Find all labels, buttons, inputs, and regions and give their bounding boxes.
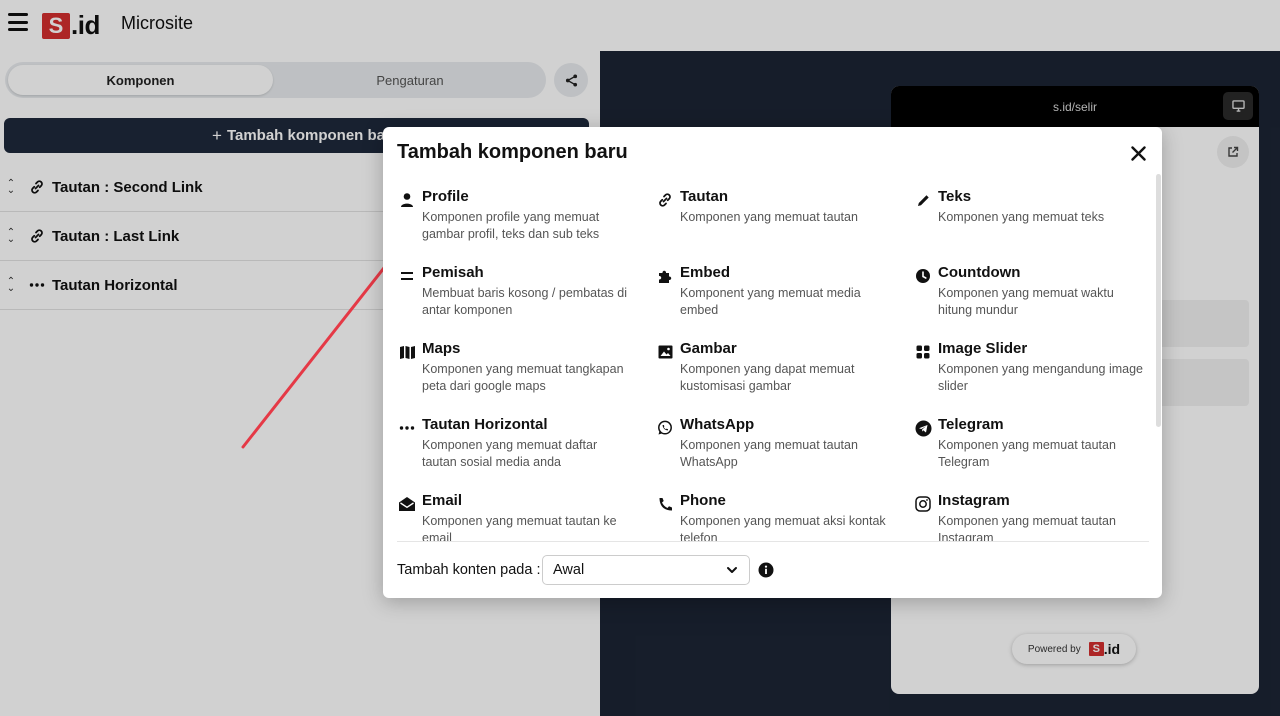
component-desc: Komponen yang memuat teks bbox=[938, 210, 1105, 224]
footer-divider bbox=[397, 541, 1149, 542]
component-option-tautan[interactable]: Tautan Komponen yang memuat tautan bbox=[655, 188, 905, 258]
component-title: Telegram bbox=[938, 416, 1004, 433]
component-option-teks[interactable]: Teks Komponen yang memuat teks bbox=[913, 188, 1154, 258]
component-option-instagram[interactable]: Instagram Komponen yang memuat tautan In… bbox=[913, 492, 1154, 541]
component-option-gambar[interactable]: Gambar Komponen yang dapat memuat kustom… bbox=[655, 340, 905, 410]
insert-position-value: Awal bbox=[553, 562, 585, 578]
component-desc: Komponen yang dapat memuat kustomisasi g… bbox=[680, 362, 855, 393]
component-desc: Komponen yang memuat tautan Instagram bbox=[938, 514, 1116, 541]
component-desc: Komponen yang memuat tautan WhatsApp bbox=[680, 438, 858, 469]
instagram-icon bbox=[913, 494, 933, 514]
component-desc: Komponen yang memuat tautan Telegram bbox=[938, 438, 1116, 469]
component-option-maps[interactable]: Maps Komponen yang memuat tangkapan peta… bbox=[397, 340, 647, 410]
component-title: Teks bbox=[938, 188, 972, 205]
phone-icon bbox=[655, 494, 675, 514]
component-grid: Profile Komponen profile yang memuat gam… bbox=[383, 186, 1154, 541]
component-desc: Komponen yang memuat tautan ke email bbox=[422, 514, 617, 541]
component-option-whatsapp[interactable]: WhatsApp Komponen yang memuat tautan Wha… bbox=[655, 416, 905, 486]
component-title: Maps bbox=[422, 340, 461, 357]
component-desc: Komponen yang memuat daftar tautan sosia… bbox=[422, 438, 598, 469]
envelope-icon bbox=[397, 494, 417, 514]
component-title: Instagram bbox=[938, 492, 1010, 509]
map-icon bbox=[397, 342, 417, 362]
component-desc: Komponent yang memuat media embed bbox=[680, 286, 861, 317]
component-desc: Komponen yang memuat aksi kontak telefon bbox=[680, 514, 886, 541]
component-option-pemisah[interactable]: Pemisah Membuat baris kosong / pembatas … bbox=[397, 264, 647, 334]
component-title: Profile bbox=[422, 188, 469, 205]
whatsapp-icon bbox=[655, 418, 675, 438]
component-title: Countdown bbox=[938, 264, 1021, 281]
component-option-tautan-horizontal[interactable]: Tautan Horizontal Komponen yang memuat d… bbox=[397, 416, 647, 486]
telegram-icon bbox=[913, 418, 933, 438]
modal-title: Tambah komponen baru bbox=[397, 141, 628, 163]
component-option-telegram[interactable]: Telegram Komponen yang memuat tautan Tel… bbox=[913, 416, 1154, 486]
component-option-countdown[interactable]: Countdown Komponen yang memuat waktu hit… bbox=[913, 264, 1154, 334]
component-title: Tautan bbox=[680, 188, 729, 205]
puzzle-icon bbox=[655, 266, 675, 286]
component-title: Image Slider bbox=[938, 340, 1028, 357]
component-title: Pemisah bbox=[422, 264, 484, 281]
close-icon bbox=[1130, 145, 1146, 161]
component-title: Embed bbox=[680, 264, 731, 281]
component-option-email[interactable]: Email Komponen yang memuat tautan ke ema… bbox=[397, 492, 647, 541]
component-desc: Komponen yang mengandung image slider bbox=[938, 362, 1144, 393]
add-component-modal: Tambah komponen baru Profile Komponen pr… bbox=[383, 127, 1162, 598]
clock-icon bbox=[913, 266, 933, 286]
component-title: Phone bbox=[680, 492, 726, 509]
component-desc: Komponen yang memuat tautan bbox=[680, 210, 858, 224]
close-button[interactable] bbox=[1127, 142, 1149, 164]
image-icon bbox=[655, 342, 675, 362]
component-desc: Komponen yang memuat tangkapan peta dari… bbox=[422, 362, 624, 393]
component-title: WhatsApp bbox=[680, 416, 755, 433]
info-icon[interactable] bbox=[758, 562, 774, 578]
component-option-embed[interactable]: Embed Komponent yang memuat media embed bbox=[655, 264, 905, 334]
insert-position-select[interactable]: Awal bbox=[542, 555, 750, 585]
person-icon bbox=[397, 190, 417, 210]
component-desc: Komponen yang memuat waktu hitung mundur bbox=[938, 286, 1114, 317]
insert-position-label: Tambah konten pada : bbox=[397, 562, 541, 578]
chevron-down-icon bbox=[727, 567, 737, 573]
component-option-phone[interactable]: Phone Komponen yang memuat aksi kontak t… bbox=[655, 492, 905, 541]
component-option-image-slider[interactable]: Image Slider Komponen yang mengandung im… bbox=[913, 340, 1154, 410]
pencil-icon bbox=[913, 190, 933, 210]
dots-icon bbox=[397, 418, 417, 438]
component-title: Tautan Horizontal bbox=[422, 416, 548, 433]
modal-scrollbar[interactable] bbox=[1156, 174, 1161, 427]
link-icon bbox=[655, 190, 675, 210]
equals-icon bbox=[397, 266, 417, 286]
component-title: Gambar bbox=[680, 340, 737, 357]
component-title: Email bbox=[422, 492, 463, 509]
component-desc: Membuat baris kosong / pembatas di antar… bbox=[422, 286, 627, 317]
component-option-profile[interactable]: Profile Komponen profile yang memuat gam… bbox=[397, 188, 647, 258]
grid-icon bbox=[913, 342, 933, 362]
component-desc: Komponen profile yang memuat gambar prof… bbox=[422, 210, 600, 241]
